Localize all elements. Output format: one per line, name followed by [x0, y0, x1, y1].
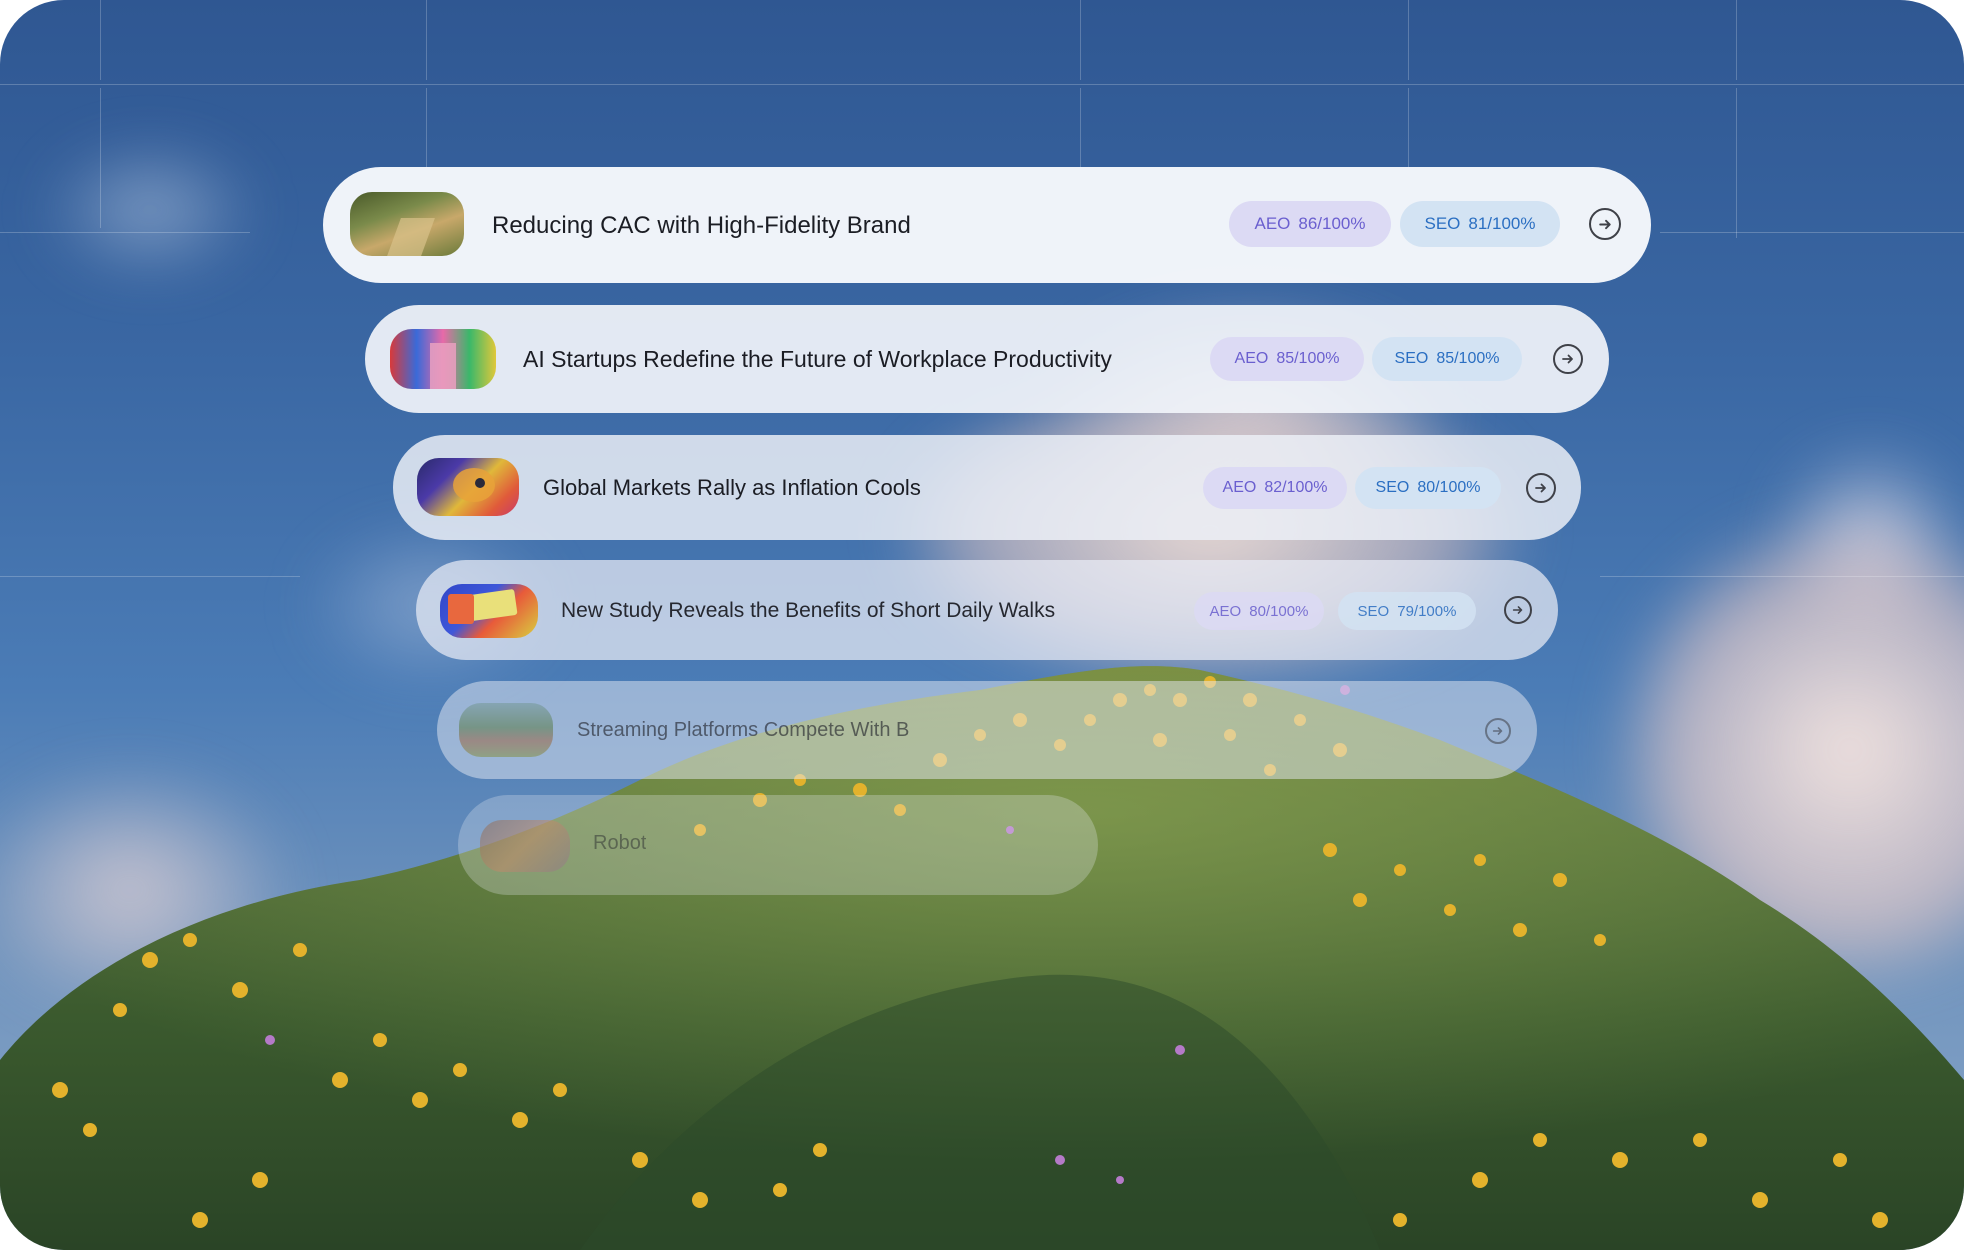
- aeo-label: AEO: [1234, 350, 1269, 367]
- seo-value: 80/100%: [1417, 479, 1481, 496]
- seo-score-badge: SEO 79/100%: [1338, 592, 1476, 630]
- seo-score-badge: SEO 81/100%: [1400, 201, 1560, 247]
- hero-background: Robot Streaming Platforms Compete With B…: [0, 0, 1964, 1250]
- open-article-button[interactable]: [1504, 596, 1532, 624]
- seo-label: SEO: [1375, 479, 1410, 496]
- aeo-score-badge: AEO 86/100%: [1229, 201, 1391, 247]
- article-thumbnail: [459, 703, 553, 757]
- arrow-right-icon: [1512, 606, 1523, 614]
- article-card[interactable]: Robot: [458, 795, 1098, 895]
- article-card[interactable]: AI Startups Redefine the Future of Workp…: [365, 305, 1609, 413]
- seo-value: 79/100%: [1397, 602, 1457, 620]
- article-card[interactable]: New Study Reveals the Benefits of Short …: [416, 560, 1558, 660]
- arrow-right-icon: [1535, 483, 1546, 493]
- article-thumbnail: [390, 329, 496, 389]
- open-article-button[interactable]: [1485, 718, 1511, 744]
- aeo-value: 86/100%: [1298, 214, 1366, 233]
- article-card[interactable]: Global Markets Rally as Inflation Cools …: [393, 435, 1581, 540]
- article-card[interactable]: Streaming Platforms Compete With B: [437, 681, 1537, 779]
- article-thumbnail: [350, 192, 464, 256]
- seo-value: 81/100%: [1468, 214, 1536, 233]
- arrow-right-icon: [1598, 219, 1611, 229]
- aeo-score-badge: AEO 85/100%: [1210, 337, 1364, 381]
- seo-label: SEO: [1357, 602, 1390, 620]
- seo-label: SEO: [1394, 350, 1429, 367]
- article-title: New Study Reveals the Benefits of Short …: [561, 599, 1056, 622]
- aeo-score-badge: AEO 80/100%: [1194, 592, 1324, 630]
- aeo-value: 82/100%: [1264, 479, 1328, 496]
- article-card[interactable]: Reducing CAC with High-Fidelity Brand AE…: [323, 167, 1651, 283]
- aeo-score-badge: AEO 82/100%: [1203, 467, 1347, 509]
- article-thumbnail: [440, 584, 538, 638]
- article-title: Robot: [593, 832, 647, 854]
- article-title: AI Startups Redefine the Future of Workp…: [523, 346, 1112, 372]
- arrow-right-icon: [1562, 354, 1573, 364]
- aeo-value: 80/100%: [1249, 602, 1309, 620]
- article-title: Global Markets Rally as Inflation Cools: [543, 475, 921, 500]
- seo-score-badge: SEO 85/100%: [1372, 337, 1522, 381]
- article-thumbnail: [417, 458, 519, 516]
- article-title: Reducing CAC with High-Fidelity Brand: [492, 212, 911, 239]
- aeo-value: 85/100%: [1276, 350, 1340, 367]
- article-title: Streaming Platforms Compete With B: [577, 719, 910, 741]
- aeo-label: AEO: [1209, 602, 1242, 620]
- aeo-label: AEO: [1254, 214, 1291, 233]
- seo-value: 85/100%: [1436, 350, 1500, 367]
- open-article-button[interactable]: [1526, 473, 1556, 503]
- aeo-label: AEO: [1222, 479, 1257, 496]
- seo-score-badge: SEO 80/100%: [1355, 467, 1501, 509]
- seo-label: SEO: [1424, 214, 1461, 233]
- arrow-right-icon: [1492, 727, 1503, 735]
- open-article-button[interactable]: [1553, 344, 1583, 374]
- open-article-button[interactable]: [1589, 208, 1621, 240]
- article-thumbnail: [480, 820, 570, 872]
